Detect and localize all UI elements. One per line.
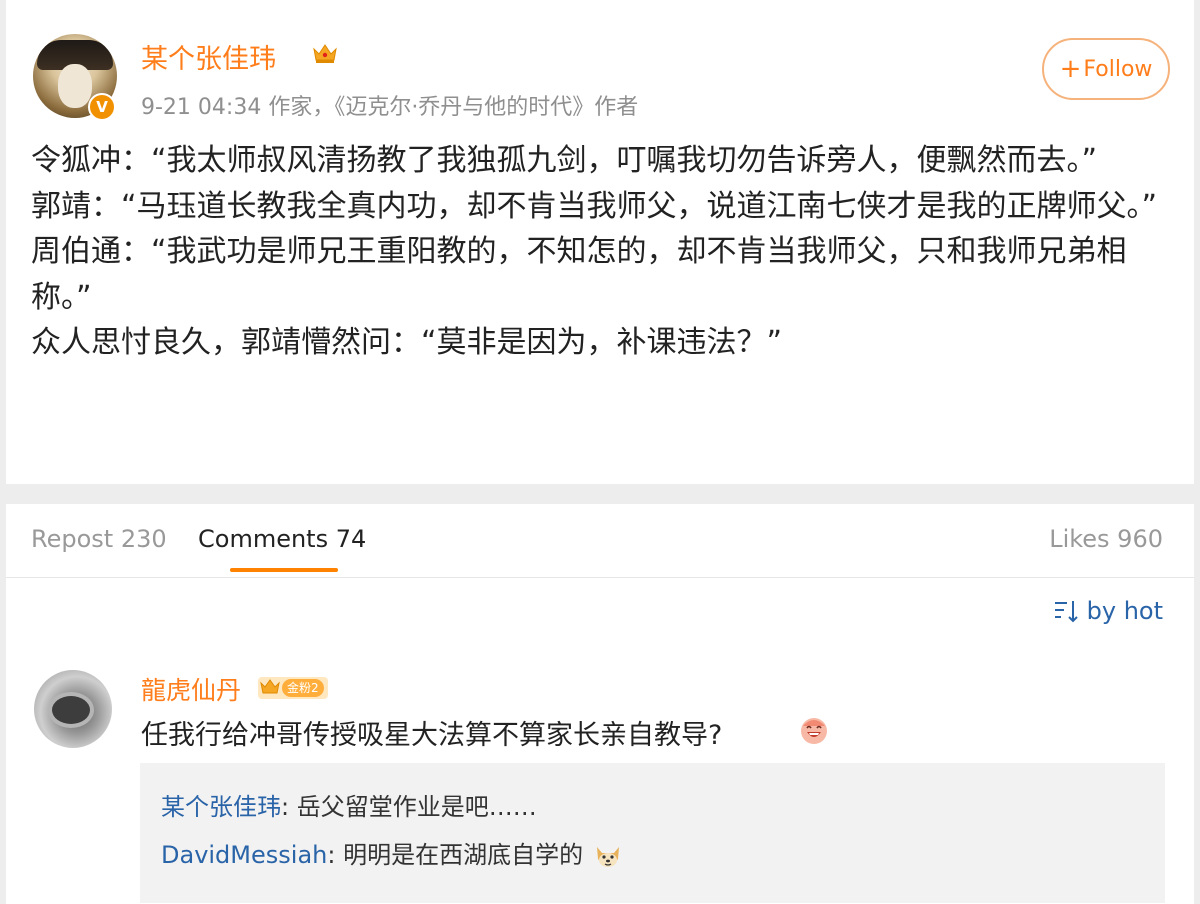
follow-button[interactable]: + Follow	[1042, 38, 1170, 100]
tab-comments[interactable]: Comments 74	[198, 525, 366, 553]
fan-badge: 金粉2	[258, 677, 328, 699]
reply-separator: :	[327, 841, 344, 869]
reply-item[interactable]: DavidMessiah: 明明是在西湖底自学的	[161, 835, 623, 871]
plus-icon: +	[1059, 54, 1082, 84]
reply-author[interactable]: DavidMessiah	[161, 841, 327, 869]
laughing-emoji-icon	[801, 718, 827, 744]
active-tab-indicator	[230, 568, 338, 572]
post-paragraph: 令狐冲：“我太师叔风清扬教了我独孤九剑，叮嘱我切勿告诉旁人，便飘然而去。”	[31, 143, 1098, 178]
reply-text: 岳父留堂作业是吧……	[296, 793, 537, 821]
sort-by-hot-button[interactable]: by hot	[1053, 597, 1163, 625]
reply-text: 明明是在西湖底自学的	[343, 841, 584, 869]
post-paragraph: 众人思忖良久，郭靖懵然问：“莫非是因为，补课违法？”	[31, 325, 783, 360]
avatar-record-shape	[52, 696, 90, 724]
reply-thread[interactable]: 某个张佳玮: 岳父留堂作业是吧…… DavidMessiah: 明明是在西湖底自…	[140, 763, 1165, 903]
doge-emoji-icon	[596, 847, 619, 867]
comment-text: 任我行给冲哥传授吸星大法算不算家长亲自教导?	[141, 720, 723, 751]
post-author-name[interactable]: 某个张佳玮	[141, 37, 276, 76]
fan-crown-icon	[260, 679, 280, 694]
avatar-face-shape	[58, 64, 92, 108]
fan-badge-label: 金粉2	[282, 679, 324, 697]
reply-author[interactable]: 某个张佳玮	[161, 793, 281, 821]
reply-separator: :	[281, 793, 297, 821]
follow-label: Follow	[1083, 56, 1153, 82]
reply-item[interactable]: 某个张佳玮: 岳父留堂作业是吧……	[161, 787, 537, 822]
sort-label: by hot	[1086, 597, 1163, 625]
post-paragraph: 周伯通：“我武功是师兄王重阳教的，不知怎的，却不肯当我师父，只和我师兄弟相称。”	[31, 234, 1127, 315]
verified-icon: V	[88, 93, 116, 121]
post-paragraph: 郭靖：“马珏道长教我全真内功，却不肯当我师父，说道江南七侠才是我的正牌师父。”	[31, 188, 1158, 224]
tab-repost[interactable]: Repost 230	[31, 525, 167, 553]
tab-likes[interactable]: Likes 960	[1049, 525, 1163, 553]
post-body: 令狐冲：“我太师叔风清扬教了我独孤九剑，叮嘱我切勿告诉旁人，便飘然而去。” 郭靖…	[31, 138, 1161, 366]
commenter-name[interactable]: 龍虎仙丹	[141, 671, 241, 707]
tabs-divider	[6, 577, 1194, 578]
crown-icon	[313, 44, 337, 63]
post-meta: 9-21 04:34 作家，《迈克尔·乔丹与他的时代》作者	[141, 95, 639, 120]
commenter-avatar[interactable]	[34, 670, 112, 748]
sort-icon	[1054, 601, 1078, 623]
